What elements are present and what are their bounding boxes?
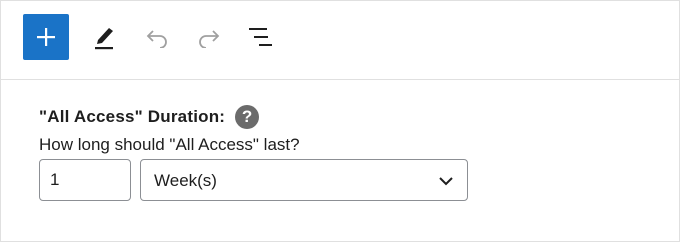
field-heading: "All Access" Duration: ? [39, 105, 260, 129]
field-description: How long should "All Access" last? [39, 135, 300, 154]
add-block-button[interactable] [23, 14, 69, 60]
document-outline-button[interactable] [243, 21, 277, 53]
list-view-icon [249, 28, 272, 46]
undo-button[interactable] [141, 21, 173, 53]
duration-unit-value: Week(s) [154, 171, 217, 190]
help-icon[interactable]: ? [235, 105, 260, 129]
duration-label: "All Access" Duration: [39, 107, 226, 126]
chevron-down-icon [439, 177, 453, 186]
pencil-icon [95, 28, 113, 50]
block-toolbar [1, 1, 679, 80]
redo-button[interactable] [193, 21, 225, 53]
redo-icon [199, 30, 220, 48]
plus-icon [37, 28, 55, 46]
undo-icon [146, 30, 167, 48]
edit-button[interactable] [89, 21, 121, 53]
editor-panel: "All Access" Duration: ? How long should… [0, 0, 680, 242]
duration-quantity-input[interactable] [39, 159, 131, 201]
duration-unit-select[interactable]: Week(s) [140, 159, 468, 201]
